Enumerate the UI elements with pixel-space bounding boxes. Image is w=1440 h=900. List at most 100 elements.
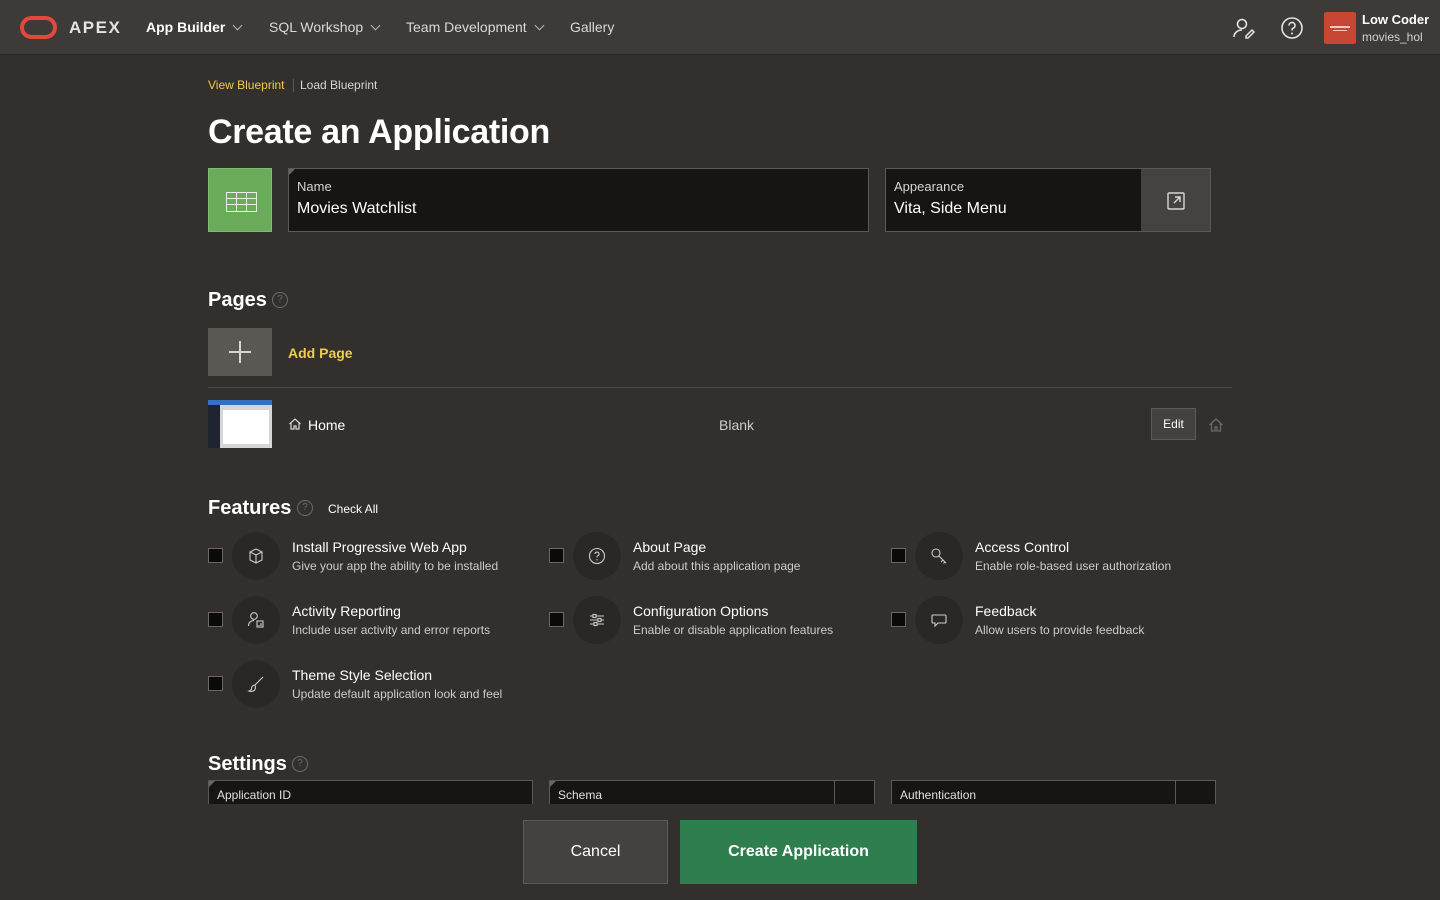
page-title: Create an Application (208, 113, 550, 151)
name-field[interactable]: Name Movies Watchlist (288, 168, 869, 232)
feature-feedback: Feedback Allow users to provide feedback (891, 595, 1221, 645)
feature-about-page: About Page Add about this application pa… (549, 531, 879, 581)
feature-description: Give your app the ability to be installe… (292, 559, 499, 573)
feature-title: Access Control (975, 539, 1070, 555)
nav-team-development[interactable]: Team Development (406, 19, 545, 35)
feature-checkbox[interactable] (208, 548, 223, 563)
appearance-field-value: Vita, Side Menu (894, 200, 1007, 217)
add-page-button[interactable] (208, 328, 272, 376)
set-home-page-icon[interactable] (1208, 417, 1224, 433)
name-field-value[interactable]: Movies Watchlist (297, 200, 416, 218)
spreadsheet-icon (226, 192, 257, 212)
breadcrumb-separator (293, 79, 294, 92)
field-corner-marker (209, 781, 215, 787)
top-navigation-bar: APEX App Builder SQL Workshop Team Devel… (0, 0, 1440, 55)
field-corner-marker (550, 781, 556, 787)
cancel-button[interactable]: Cancel (523, 820, 668, 884)
app-icon-button[interactable] (208, 168, 272, 232)
nav-team-development-label: Team Development (406, 19, 527, 35)
authentication-lov-button[interactable] (1175, 781, 1215, 805)
feature-title: Theme Style Selection (292, 667, 433, 683)
apex-logo-text[interactable]: APEX (69, 18, 121, 38)
nav-sql-workshop[interactable]: SQL Workshop (269, 19, 381, 35)
breadcrumb-view-blueprint[interactable]: View Blueprint (208, 78, 285, 92)
comment-icon (931, 614, 947, 628)
feature-description: Enable or disable application features (633, 623, 834, 637)
administration-icon[interactable] (1232, 16, 1256, 40)
pages-heading: Pages (208, 289, 267, 311)
feature-configuration-options: Configuration Options Enable or disable … (549, 595, 879, 645)
key-icon (931, 548, 947, 564)
application-id-label: Application ID (217, 788, 292, 802)
sliders-icon (590, 613, 604, 627)
feature-checkbox[interactable] (208, 676, 223, 691)
authentication-field[interactable]: Authentication (891, 780, 1216, 805)
feature-title: Configuration Options (633, 603, 769, 619)
feature-icon-circle (232, 596, 280, 644)
nav-gallery[interactable]: Gallery (570, 19, 614, 35)
chevron-down-icon (534, 20, 545, 30)
oracle-logo-icon[interactable] (20, 16, 57, 39)
add-page-link[interactable]: Add Page (288, 345, 353, 361)
feature-icon-circle (915, 596, 963, 644)
field-corner-marker (289, 169, 295, 175)
feature-checkbox[interactable] (549, 548, 564, 563)
feature-checkbox[interactable] (549, 612, 564, 627)
help-icon[interactable] (1280, 16, 1304, 40)
chevron-down-icon (232, 20, 243, 30)
nav-app-builder[interactable]: App Builder (146, 19, 243, 35)
brush-icon (247, 676, 264, 692)
avatar[interactable] (1324, 12, 1356, 44)
settings-heading: Settings (208, 753, 287, 775)
create-application-button[interactable]: Create Application (680, 820, 917, 884)
feature-checkbox[interactable] (891, 612, 906, 627)
user-name[interactable]: Low Coder (1362, 12, 1429, 27)
feature-title: About Page (633, 539, 707, 555)
feature-access-control: Access Control Enable role-based user au… (891, 531, 1221, 581)
feature-description: Update default application look and feel (292, 687, 503, 701)
settings-help-icon[interactable]: ? (292, 756, 308, 772)
package-icon (249, 548, 263, 564)
home-icon (289, 418, 301, 430)
nav-sql-workshop-label: SQL Workshop (269, 19, 364, 35)
schema-lov-button[interactable] (834, 781, 874, 805)
open-dialog-icon (1167, 192, 1185, 210)
feature-title: Activity Reporting (292, 603, 401, 619)
schema-label: Schema (558, 788, 603, 802)
feature-activity-reporting: Activity Reporting Include user activity… (208, 595, 538, 645)
features-heading: Features (208, 497, 292, 519)
appearance-field-label: Appearance (894, 179, 965, 194)
nav-gallery-label: Gallery (570, 19, 615, 35)
schema-field[interactable]: Schema (549, 780, 875, 805)
feature-icon-circle (232, 532, 280, 580)
feature-description: Add about this application page (633, 559, 801, 573)
question-circle-icon (588, 547, 606, 565)
feature-checkbox[interactable] (208, 612, 223, 627)
nav-app-builder-label: App Builder (146, 19, 226, 35)
footer-button-bar: Cancel Create Application (0, 804, 1440, 900)
feature-title: Feedback (975, 603, 1037, 619)
page-thumbnail (208, 400, 272, 448)
appearance-settings-button[interactable] (1141, 168, 1211, 232)
feature-description: Include user activity and error reports (292, 623, 491, 637)
edit-page-button[interactable]: Edit (1151, 408, 1196, 440)
feature-icon-circle (573, 596, 621, 644)
feature-description: Allow users to provide feedback (975, 623, 1145, 637)
chevron-down-icon (370, 20, 381, 30)
application-id-field[interactable]: Application ID (208, 780, 533, 804)
breadcrumb-current: Load Blueprint (300, 78, 378, 92)
feature-checkbox[interactable] (891, 548, 906, 563)
page-row-name: Home (308, 417, 346, 433)
page-row-type: Blank (719, 417, 755, 433)
feature-icon-circle (915, 532, 963, 580)
features-help-icon[interactable]: ? (297, 500, 313, 516)
authentication-label: Authentication (900, 788, 977, 802)
feature-install-pwa: Install Progressive Web App Give your ap… (208, 531, 538, 581)
pages-help-icon[interactable]: ? (272, 292, 288, 308)
name-field-label: Name (297, 179, 332, 194)
user-workspace[interactable]: movies_hol (1362, 30, 1423, 44)
appearance-field[interactable]: Appearance Vita, Side Menu (885, 168, 1142, 232)
check-all-link[interactable]: Check All (328, 502, 378, 516)
feature-icon-circle (232, 660, 280, 708)
feature-theme-style-selection: Theme Style Selection Update default app… (208, 659, 538, 709)
